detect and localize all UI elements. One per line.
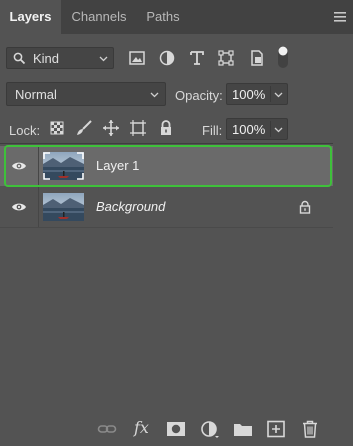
shape-filter-icon[interactable]: [217, 49, 235, 67]
chevron-down-icon[interactable]: [274, 127, 283, 133]
layer-row-background[interactable]: Background: [0, 187, 333, 227]
blend-mode-dropdown[interactable]: Normal: [6, 82, 166, 106]
visibility-toggle[interactable]: [0, 146, 38, 186]
panel-menu-icon[interactable]: [333, 10, 347, 24]
add-mask-icon[interactable]: [166, 420, 186, 438]
filter-kind-label: Kind: [33, 51, 60, 66]
opacity-field[interactable]: 100%: [226, 83, 288, 105]
eye-icon[interactable]: [11, 160, 27, 172]
layer-row-layer-1[interactable]: Layer 1: [0, 146, 333, 186]
row-divider: [0, 227, 333, 228]
lock-transparent-pixels-icon[interactable]: [48, 119, 66, 137]
filter-toggle-icon[interactable]: [276, 44, 290, 70]
opacity-label: Opacity:: [175, 88, 223, 103]
layer-thumbnail[interactable]: [43, 193, 84, 221]
field-separator: [270, 86, 271, 102]
fill-label: Fill:: [202, 123, 223, 138]
layers-panel: Layers Channels Paths Kind Normal Opacit…: [0, 0, 353, 446]
lock-label: Lock:: [9, 123, 41, 138]
layers-scroll-gutter[interactable]: [333, 143, 353, 413]
panel-tab-bar: Layers Channels Paths: [0, 0, 353, 34]
delete-layer-icon[interactable]: [300, 420, 320, 438]
eye-icon[interactable]: [11, 201, 27, 213]
link-layers-icon[interactable]: [97, 420, 117, 438]
row-separator: [38, 187, 39, 227]
new-layer-icon[interactable]: [266, 420, 286, 438]
layer-name[interactable]: Background: [96, 199, 165, 214]
chevron-down-icon[interactable]: [274, 92, 283, 98]
chevron-down-icon: [150, 92, 159, 98]
new-adjustment-layer-icon[interactable]: [200, 420, 220, 438]
panel-divider: [0, 143, 353, 144]
type-filter-icon[interactable]: [188, 49, 206, 67]
fill-field[interactable]: 100%: [226, 118, 288, 140]
filter-kind-dropdown[interactable]: Kind: [6, 47, 114, 69]
lock-all-icon[interactable]: [157, 119, 175, 137]
opacity-value[interactable]: 100%: [232, 87, 265, 102]
search-icon: [13, 52, 26, 65]
thumbnail-image: [43, 193, 84, 221]
row-separator: [38, 146, 39, 186]
layer-name[interactable]: Layer 1: [96, 158, 139, 173]
field-separator: [270, 121, 271, 137]
tab-layers[interactable]: Layers: [0, 0, 61, 34]
tab-channels[interactable]: Channels: [61, 0, 137, 34]
smart-object-filter-icon[interactable]: [248, 49, 266, 67]
lock-artboard-icon[interactable]: [129, 119, 147, 137]
new-group-icon[interactable]: [233, 420, 253, 438]
blend-mode-label: Normal: [15, 87, 57, 102]
layer-lock-icon: [299, 200, 311, 214]
chevron-down-icon: [99, 56, 108, 62]
visibility-toggle[interactable]: [0, 187, 38, 227]
image-filter-icon[interactable]: [128, 49, 146, 67]
layer-thumbnail[interactable]: [43, 152, 84, 180]
fill-value[interactable]: 100%: [232, 122, 265, 137]
lock-image-pixels-icon[interactable]: [75, 119, 93, 137]
selection-corners: [43, 152, 84, 180]
adjustment-filter-icon[interactable]: [158, 49, 176, 67]
lock-position-icon[interactable]: [102, 119, 120, 137]
tab-paths[interactable]: Paths: [137, 0, 189, 34]
add-layer-style-icon[interactable]: fx: [134, 418, 149, 437]
